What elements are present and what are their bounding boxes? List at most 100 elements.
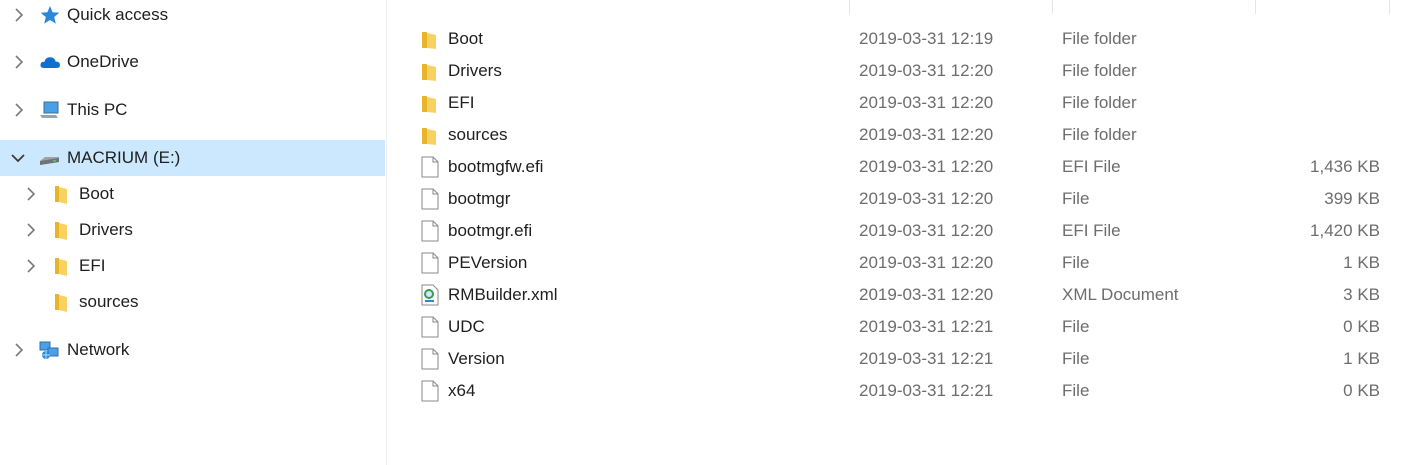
file-icon [421, 252, 439, 274]
nav-item-onedrive[interactable]: OneDrive [0, 44, 385, 80]
file-size: 1,436 KB [1310, 157, 1380, 176]
computer-icon [40, 101, 59, 118]
file-name: bootmgfw.efi [448, 157, 544, 176]
file-row[interactable]: Drivers 2019-03-31 12:20 File folder [387, 55, 1387, 87]
folder-icon [422, 128, 436, 145]
column-divider[interactable] [1052, 0, 1053, 14]
chevron-right-icon[interactable] [22, 221, 40, 239]
navigation-pane: Quick access OneDrive This PC MACRIUM (E… [0, 0, 387, 465]
file-name: EFI [448, 93, 475, 112]
file-name: sources [448, 125, 508, 144]
folder-icon [422, 32, 436, 49]
chevron-right-icon[interactable] [22, 257, 40, 275]
nav-label: OneDrive [67, 52, 139, 71]
file-icon [421, 188, 439, 210]
column-divider[interactable] [849, 0, 850, 14]
file-icon [421, 348, 439, 370]
nav-item-this-pc[interactable]: This PC [0, 92, 385, 128]
file-type: File folder [1062, 61, 1137, 80]
file-row[interactable]: bootmgfw.efi 2019-03-31 12:20 EFI File 1,43… [387, 151, 1387, 183]
file-row[interactable]: EFI 2019-03-31 12:20 File folder [387, 87, 1387, 119]
file-date-modified: 2019-03-31 12:20 [859, 189, 994, 208]
chevron-right-icon[interactable] [22, 185, 40, 203]
file-date-modified: 2019-03-31 12:21 [859, 349, 994, 368]
chevron-right-icon[interactable] [10, 53, 28, 71]
file-row[interactable]: bootmgr.efi 2019-03-31 12:20 EFI File 1,420… [387, 215, 1387, 247]
file-row[interactable]: sources 2019-03-31 12:20 File folder [387, 119, 1387, 151]
nav-label: Drivers [79, 220, 133, 239]
file-icon [421, 156, 439, 178]
file-size: 1 KB [1343, 349, 1380, 368]
folder-icon [55, 222, 67, 240]
file-list: Boot 2019-03-31 12:19 File folder Drivers 20… [387, 0, 1413, 465]
file-type: File folder [1062, 93, 1137, 112]
nav-item-drivers[interactable]: Drivers [0, 212, 385, 248]
column-divider[interactable] [1389, 0, 1390, 14]
file-row[interactable]: PEVersion 2019-03-31 12:20 File 1 KB [387, 247, 1387, 279]
file-date-modified: 2019-03-31 12:20 [859, 253, 994, 272]
nav-label: Network [67, 340, 130, 359]
file-name: bootmgr.efi [448, 221, 533, 240]
drive-icon [40, 157, 59, 165]
cloud-icon [40, 57, 60, 68]
xml-file-icon [421, 284, 439, 306]
nav-item-network[interactable]: Network [0, 332, 385, 368]
file-type: File [1062, 253, 1090, 272]
file-type: File [1062, 381, 1090, 400]
file-type: File [1062, 349, 1090, 368]
file-row[interactable]: UDC 2019-03-31 12:21 File 0 KB [387, 311, 1387, 343]
file-row[interactable]: Boot 2019-03-31 12:19 File folder [387, 23, 1387, 55]
column-divider[interactable] [1255, 0, 1256, 14]
nav-item-macrium-drive[interactable]: MACRIUM (E:) [0, 140, 385, 176]
file-type: EFI File [1062, 221, 1121, 240]
chevron-right-icon[interactable] [10, 101, 28, 119]
nav-item-efi[interactable]: EFI [0, 248, 385, 284]
file-date-modified: 2019-03-31 12:21 [859, 381, 994, 400]
folder-icon [55, 186, 67, 204]
chevron-right-icon[interactable] [10, 6, 28, 24]
file-type: EFI File [1062, 157, 1121, 176]
folder-icon [55, 258, 67, 276]
file-icon [421, 380, 439, 402]
file-type: File folder [1062, 29, 1137, 48]
nav-item-boot[interactable]: Boot [0, 176, 385, 212]
folder-icon [422, 96, 436, 113]
file-icon [421, 220, 439, 242]
file-row[interactable]: x64 2019-03-31 12:21 File 0 KB [387, 375, 1387, 407]
file-date-modified: 2019-03-31 12:20 [859, 125, 994, 144]
file-size: 0 KB [1343, 381, 1380, 400]
file-type: File folder [1062, 125, 1137, 144]
file-name: bootmgr [448, 189, 511, 208]
file-name: RMBuilder.xml [448, 285, 558, 304]
file-size: 399 KB [1324, 189, 1380, 208]
nav-item-sources[interactable]: sources [0, 284, 385, 320]
nav-item-quick-access[interactable]: Quick access [0, 0, 385, 33]
file-date-modified: 2019-03-31 12:21 [859, 317, 994, 336]
file-row[interactable]: RMBuilder.xml 2019-03-31 12:20 XML Documen… [387, 279, 1387, 311]
file-row[interactable]: bootmgr 2019-03-31 12:20 File 399 KB [387, 183, 1387, 215]
nav-label: sources [79, 292, 139, 311]
chevron-right-icon[interactable] [10, 341, 28, 359]
file-date-modified: 2019-03-31 12:20 [859, 93, 994, 112]
file-row[interactable]: Version 2019-03-31 12:21 File 1 KB [387, 343, 1387, 375]
file-size: 3 KB [1343, 285, 1380, 304]
star-icon [40, 6, 60, 24]
file-date-modified: 2019-03-31 12:20 [859, 61, 994, 80]
nav-label: MACRIUM (E:) [67, 148, 181, 167]
nav-label: Quick access [67, 5, 169, 24]
file-date-modified: 2019-03-31 12:19 [859, 29, 994, 48]
file-type: File [1062, 189, 1090, 208]
file-date-modified: 2019-03-31 12:20 [859, 221, 994, 240]
file-name: Version [448, 349, 505, 368]
nav-label: This PC [67, 100, 128, 119]
chevron-down-icon[interactable] [9, 149, 27, 167]
network-icon [39, 341, 59, 359]
nav-label: Boot [79, 184, 114, 203]
file-date-modified: 2019-03-31 12:20 [859, 157, 994, 176]
file-name: UDC [448, 317, 485, 336]
file-name: x64 [448, 381, 476, 400]
file-size: 1 KB [1343, 253, 1380, 272]
file-name: PEVersion [448, 253, 528, 272]
file-size: 1,420 KB [1310, 221, 1380, 240]
folder-icon [55, 294, 67, 312]
